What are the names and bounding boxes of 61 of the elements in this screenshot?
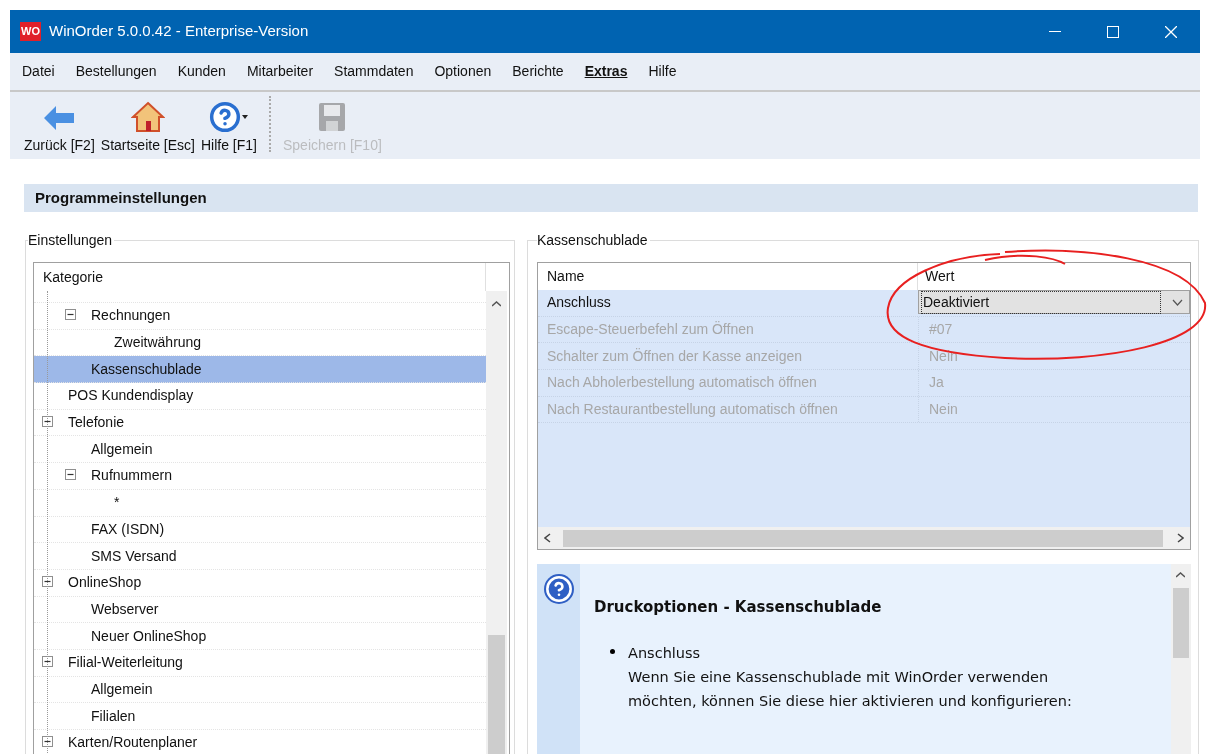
- property-value: #07: [918, 316, 953, 343]
- page-title: Programmeinstellungen: [35, 187, 207, 208]
- help-icon: [208, 101, 249, 133]
- help-heading: Druckoptionen - Kassenschublade: [594, 597, 883, 618]
- collapse-icon[interactable]: [65, 309, 76, 321]
- property-name: Nach Abholerbestellung automatisch öffnen: [546, 373, 818, 393]
- minimize-icon: [1049, 30, 1061, 33]
- help-item-text: Wenn Sie eine Kassenschublade mit WinOrder verwenden möchten, können Sie diese hier aktivieren und konfigurieren:: [628, 667, 1073, 711]
- collapse-icon[interactable]: [42, 736, 53, 748]
- menu-item[interactable]: Extras: [584, 61, 628, 82]
- menu-item[interactable]: Mitarbeiter: [246, 61, 314, 82]
- window-title: WinOrder 5.0.0.42 - Enterprise-Version: [49, 21, 309, 42]
- tree-item[interactable]: Telefonie: [34, 409, 486, 437]
- property-value: Nein: [918, 343, 958, 370]
- property-name: Nach Restaurantbestellung automatisch öffnen: [546, 400, 839, 420]
- toolbar-button[interactable]: Zurück [F2]: [22, 103, 97, 156]
- toolbar-button[interactable]: Hilfe [F1]: [198, 101, 259, 156]
- scrollbar[interactable]: [1171, 564, 1191, 754]
- collapse-icon[interactable]: [65, 469, 76, 481]
- app-logo: WO: [20, 22, 41, 41]
- property-name: Anschluss: [546, 293, 612, 313]
- scroll-thumb[interactable]: [563, 529, 1163, 547]
- tree-item[interactable]: Rechnungen: [34, 303, 486, 330]
- menu-item[interactable]: Stammdaten: [334, 61, 414, 82]
- collapse-icon[interactable]: [42, 656, 53, 668]
- property-value: Ja: [918, 370, 944, 396]
- tree-item[interactable]: Filial-Weiterleitung: [34, 649, 486, 677]
- scroll-up-icon: [492, 301, 501, 307]
- tree-item[interactable]: Kassenschublade: [34, 356, 486, 384]
- menu-item[interactable]: Bestellungen: [75, 61, 157, 82]
- close-icon: [1165, 25, 1177, 38]
- scroll-thumb[interactable]: [1173, 588, 1189, 658]
- scroll-left-icon: [544, 533, 551, 543]
- maximize-icon: [1107, 25, 1119, 38]
- property-name: Escape-Steuerbefehl zum Öffnen: [546, 320, 755, 340]
- help-item-title: Anschluss: [628, 643, 702, 663]
- scrollbar[interactable]: [486, 291, 507, 754]
- chevron-down-icon: [1172, 298, 1183, 306]
- menu-item[interactable]: Optionen: [434, 61, 492, 82]
- group-title: Einstellungen: [28, 231, 115, 249]
- column-header[interactable]: Kategorie: [34, 263, 486, 291]
- property-name: Schalter zum Öffnen der Kasse anzeigen: [546, 346, 803, 366]
- help-icon: [543, 574, 574, 604]
- collapse-icon[interactable]: [42, 416, 53, 428]
- column-header[interactable]: Wert: [918, 263, 955, 290]
- scroll-right-icon: [1177, 533, 1184, 543]
- menu-item[interactable]: Datei: [22, 61, 55, 82]
- menu-item[interactable]: Berichte: [512, 61, 564, 82]
- house-icon: [130, 101, 165, 133]
- collapse-icon[interactable]: [42, 576, 53, 588]
- property-value: Nein: [918, 396, 958, 423]
- horizontal-scrollbar[interactable]: [538, 527, 1190, 549]
- value-dropdown[interactable]: Deaktiviert: [918, 290, 1190, 314]
- menu-item[interactable]: Kunden: [177, 61, 226, 82]
- tree-item[interactable]: OnlineShop: [34, 569, 486, 597]
- scroll-thumb[interactable]: [488, 635, 505, 754]
- toolbar-button[interactable]: Startseite [Esc]: [98, 101, 197, 156]
- tree-item[interactable]: Rufnummern: [34, 463, 486, 490]
- column-header[interactable]: Name: [538, 263, 918, 290]
- scroll-up-icon: [1176, 572, 1185, 578]
- menu-item[interactable]: Hilfe: [648, 61, 677, 82]
